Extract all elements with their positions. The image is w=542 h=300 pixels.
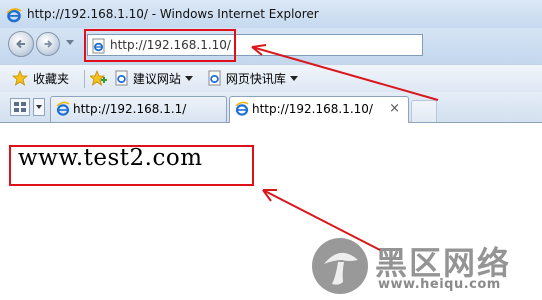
arrow-to-address [251, 46, 439, 101]
browser-window: http://192.168.1.10/ - Windows Internet … [0, 0, 542, 300]
watermark-url: www.heiqu.com [378, 277, 501, 292]
mushroom-icon [324, 252, 358, 285]
watermark-logo-icon [312, 238, 368, 294]
